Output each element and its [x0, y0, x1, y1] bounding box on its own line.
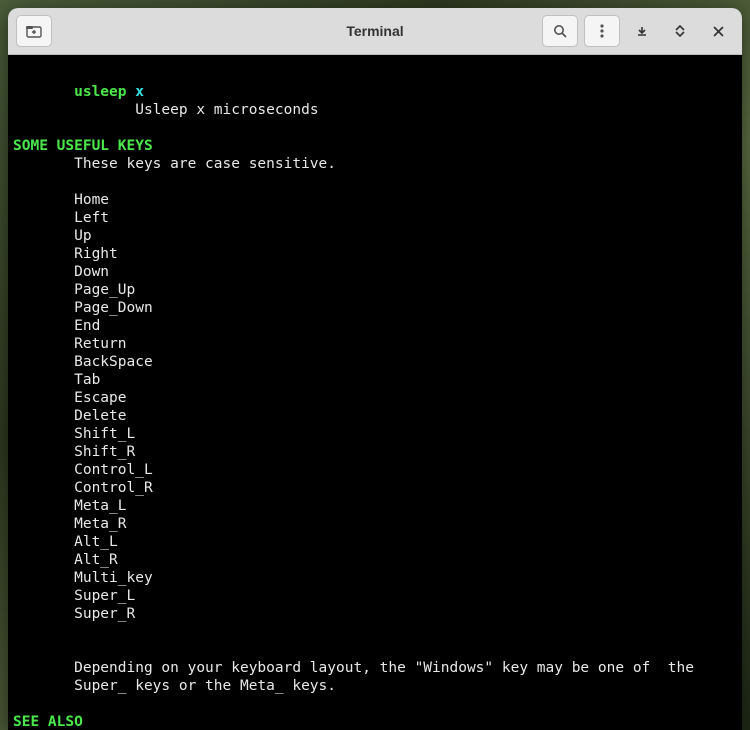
- window-title: Terminal: [346, 23, 403, 39]
- kebab-menu-icon: [600, 24, 604, 38]
- cmd-name: usleep: [74, 84, 126, 100]
- keys-intro: These keys are case sensitive.: [74, 156, 336, 172]
- search-button[interactable]: [542, 15, 578, 47]
- close-button[interactable]: [702, 16, 734, 46]
- terminal-viewport[interactable]: usleep x Usleep x microseconds SOME USEF…: [8, 55, 742, 730]
- titlebar: Terminal: [8, 8, 742, 55]
- section-heading-seealso: SEE ALSO: [13, 714, 83, 730]
- man-content: usleep x Usleep x microseconds SOME USEF…: [13, 84, 694, 730]
- maximize-button[interactable]: [664, 16, 696, 46]
- keys-list: Home Left Up Right Down Page_Up Page_Dow…: [13, 192, 153, 622]
- menu-button[interactable]: [584, 15, 620, 47]
- close-icon: [713, 26, 724, 37]
- search-icon: [553, 24, 567, 38]
- cmd-desc: Usleep x microseconds: [135, 102, 318, 118]
- minimize-icon: [636, 25, 648, 37]
- cmd-arg: x: [135, 84, 144, 100]
- keys-note-l1: Depending on your keyboard layout, the "…: [74, 660, 694, 676]
- maximize-icon: [674, 25, 686, 37]
- section-heading-keys: SOME USEFUL KEYS: [13, 138, 153, 154]
- keys-note-l2: Super_ keys or the Meta_ keys.: [74, 678, 336, 694]
- terminal-window: Terminal: [8, 8, 742, 730]
- minimize-button[interactable]: [626, 16, 658, 46]
- new-tab-icon: [26, 24, 42, 38]
- new-tab-button[interactable]: [16, 15, 52, 47]
